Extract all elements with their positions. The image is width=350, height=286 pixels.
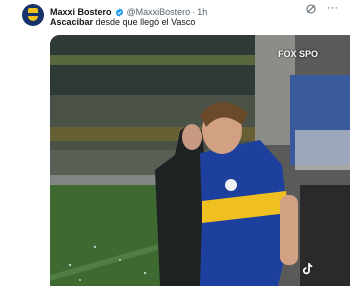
author-handle[interactable]: @MaxxiBostero [127, 7, 191, 17]
more-options-icon[interactable]: ··· [327, 2, 338, 14]
author-avatar[interactable] [22, 4, 44, 26]
tweet-time[interactable]: 1h [197, 7, 207, 17]
separator: · [192, 7, 196, 17]
video-frame [50, 35, 350, 286]
tweet-text-body: desde que llegó el Vasco [93, 17, 196, 27]
tweet-text-mention: Ascacibar [50, 17, 94, 27]
tiktok-icon [302, 263, 313, 275]
tweet[interactable]: Maxxi Bostero @MaxxiBostero · 1h ··· Asc… [0, 0, 350, 286]
grok-icon[interactable] [305, 3, 317, 15]
author-name[interactable]: Maxxi Bostero [50, 7, 112, 17]
verified-badge-icon [115, 7, 123, 17]
channel-logo: FOX SPO [278, 49, 319, 59]
tweet-video[interactable]: FOX SPO [50, 35, 350, 286]
tweet-text: Ascacibar desde que llegó el Vasco [50, 17, 195, 27]
